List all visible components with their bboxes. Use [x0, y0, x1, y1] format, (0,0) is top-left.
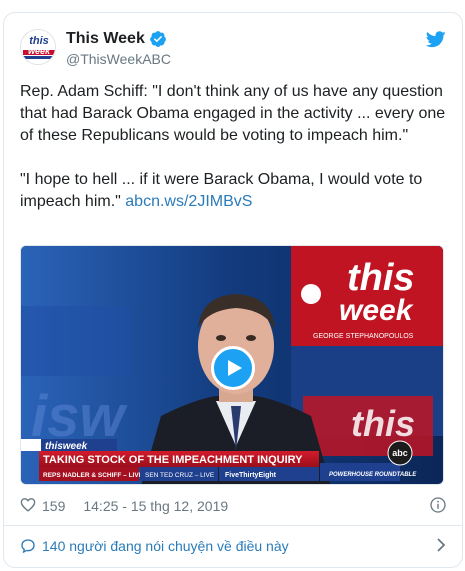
play-icon [228, 360, 242, 376]
ticker-item-3: FiveThirtyEight [225, 472, 277, 479]
tweet-timestamp[interactable]: 14:25 - 15 thg 12, 2019 [83, 498, 228, 514]
divider [4, 525, 462, 526]
conversation-link[interactable]: 140 người đang nói chuyện về điều này [20, 534, 446, 558]
ticker-item-1: REPS NADLER & SCHIFF – LIVE [43, 472, 144, 479]
info-icon[interactable] [430, 497, 446, 516]
verified-badge-icon [149, 30, 167, 48]
lower-third-headline: TAKING STOCK OF THE IMPEACHMENT INQUIRY [43, 454, 303, 466]
tweet-link[interactable]: abcn.ws/2JIMBvS [125, 193, 252, 210]
tweet-header: this week This Week @ThisWeekABC [20, 29, 446, 73]
conversation-text: 140 người đang nói chuyện về điều này [42, 538, 289, 554]
play-button[interactable] [211, 346, 255, 390]
tweet-meta: 159 14:25 - 15 thg 12, 2019 [20, 495, 446, 517]
tweet-body: Rep. Adam Schiff: "I don't think any of … [20, 83, 446, 210]
like-count: 159 [42, 498, 66, 514]
corner-logo: abc [392, 448, 408, 458]
comment-bubble-icon [20, 538, 36, 554]
video-thumbnail[interactable]: isw this week GEORGE STEPHANOPOULOS this… [20, 245, 444, 485]
chevron-right-icon [436, 538, 446, 555]
tweet-card: this week This Week @ThisWeekABC Rep. Ad… [3, 12, 463, 568]
display-name[interactable]: This Week [66, 30, 145, 48]
svg-text:this: this [351, 403, 415, 444]
lower-third-brand: thisweek [45, 441, 88, 452]
set-logo-bottom: week [339, 294, 414, 327]
twitter-bird-icon[interactable] [425, 31, 446, 53]
heart-icon [20, 497, 36, 515]
account-names: This Week @ThisWeekABC [66, 30, 171, 67]
account-handle[interactable]: @ThisWeekABC [66, 51, 171, 67]
like-button[interactable]: 159 [20, 497, 65, 515]
tweet-text: Rep. Adam Schiff: "I don't think any of … [20, 81, 450, 213]
ticker-item-2: SEN TED CRUZ – LIVE [145, 472, 215, 479]
set-subtitle: GEORGE STEPHANOPOULOS [313, 333, 414, 340]
set-logo-top: this [347, 257, 415, 299]
ticker-item-4: POWERHOUSE ROUNDTABLE [329, 472, 417, 478]
avatar-text-bottom: week [28, 46, 51, 56]
avatar[interactable]: this week [20, 29, 56, 65]
